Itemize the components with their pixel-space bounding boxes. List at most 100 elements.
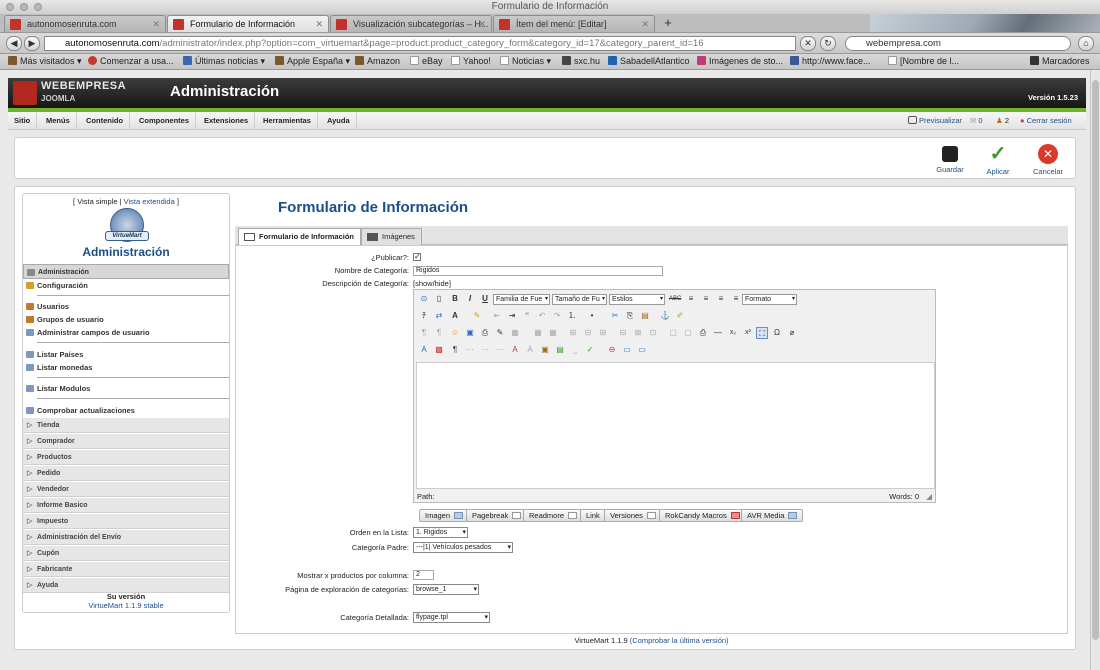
avr-media-button[interactable]: AVR Media bbox=[741, 509, 804, 522]
undo-icon[interactable]: ↶ bbox=[536, 310, 548, 322]
reload-button[interactable]: ↻ bbox=[820, 36, 836, 51]
ltr-icon[interactable]: ¶ bbox=[418, 327, 430, 339]
text-color-icon[interactable]: A bbox=[449, 310, 461, 322]
sidebar-section-cupon[interactable]: Cupón bbox=[23, 545, 229, 561]
bookmark-item[interactable]: Más visitados ▾ bbox=[8, 54, 82, 69]
acronym-icon[interactable]: ⋯ bbox=[479, 344, 491, 356]
strike-attr-icon[interactable]: A bbox=[509, 344, 521, 356]
browser-tab[interactable]: autonomosenruta.com ✕ bbox=[4, 15, 166, 32]
bookmark-item[interactable]: Comenzar a usa... bbox=[88, 54, 174, 69]
menu-componentes[interactable]: Componentes bbox=[133, 112, 197, 130]
bookmark-item[interactable]: SabadellAtlantico bbox=[608, 54, 690, 69]
tab-info[interactable]: Formulario de Información bbox=[238, 228, 362, 245]
products-per-row-input[interactable]: 2 bbox=[413, 570, 434, 580]
bookmark-item[interactable]: [Nombre de l... bbox=[888, 54, 959, 69]
sidebar-section-impuesto[interactable]: Impuesto bbox=[23, 513, 229, 529]
sidebar-item-campos[interactable]: Administrar campos de usuario bbox=[23, 325, 229, 340]
outdent-icon[interactable]: ⇤ bbox=[491, 310, 503, 322]
forward-button[interactable]: ▶ bbox=[24, 36, 40, 51]
sidebar-item-actualizaciones[interactable]: Comprobar actualizaciones bbox=[23, 403, 229, 418]
delete-row-icon[interactable]: ⊟ bbox=[582, 327, 594, 339]
anchor-icon[interactable]: ⚓ bbox=[659, 310, 671, 322]
browse-page-select[interactable]: browse_1 bbox=[413, 584, 479, 595]
flypage-select[interactable]: flypage.tpl bbox=[413, 612, 490, 623]
menu-herramientas[interactable]: Herramientas bbox=[257, 112, 318, 130]
browser-tab[interactable]: Visualización subcategorías – H... ✕ bbox=[330, 15, 492, 32]
logout-link[interactable]: ● Cerrar sesión bbox=[1020, 112, 1072, 130]
cancel-button[interactable]: ✕ Cancelar bbox=[1028, 144, 1068, 176]
menu-menus[interactable]: Menús bbox=[40, 112, 77, 130]
nonbreaking-icon[interactable]: ⎵ bbox=[569, 344, 581, 356]
sidebar-section-ayuda[interactable]: Ayuda bbox=[23, 577, 229, 593]
stop-button[interactable]: ✕ bbox=[800, 36, 816, 51]
sidebar-section-vendedor[interactable]: Vendedor bbox=[23, 481, 229, 497]
find-icon[interactable]: ﾁ bbox=[418, 310, 430, 322]
split-cells-icon[interactable]: ⊠ bbox=[632, 327, 644, 339]
menu-extensiones[interactable]: Extensiones bbox=[198, 112, 256, 130]
media-icon[interactable]: ▣ bbox=[464, 327, 476, 339]
close-tab-icon[interactable]: ✕ bbox=[641, 16, 649, 32]
pagebreak-button[interactable]: Pagebreak bbox=[466, 509, 528, 522]
align-center-icon[interactable]: ≡ bbox=[700, 293, 712, 305]
abbr-icon[interactable]: ▩ bbox=[433, 344, 445, 356]
insert-row-icon[interactable]: ⊞ bbox=[567, 327, 579, 339]
browser-tab[interactable]: Ítem del menú: [Editar] ✕ bbox=[493, 15, 655, 32]
delete-col-icon[interactable]: ⊟ bbox=[617, 327, 629, 339]
preview-editor-icon[interactable]: ▭ bbox=[636, 344, 648, 356]
redo-icon[interactable]: ↷ bbox=[551, 310, 563, 322]
justify-icon[interactable]: ≡ bbox=[730, 293, 742, 305]
parent-select[interactable]: ---|1| Vehículos pesados bbox=[413, 542, 513, 553]
resize-handle-icon[interactable]: ◢ bbox=[926, 490, 932, 504]
sidebar-section-informe[interactable]: Informe Basico bbox=[23, 497, 229, 513]
numbered-list-icon[interactable]: ⒈ bbox=[566, 310, 578, 322]
close-tab-icon[interactable]: ✕ bbox=[315, 16, 323, 32]
remove-format-icon[interactable]: ⌀ bbox=[786, 327, 798, 339]
home-button[interactable]: ⌂ bbox=[1078, 36, 1094, 51]
menu-ayuda[interactable]: Ayuda bbox=[321, 112, 357, 130]
apply-button[interactable]: ✓ Aplicar bbox=[978, 144, 1018, 176]
sidebar-section-productos[interactable]: Productos bbox=[23, 449, 229, 465]
strikethrough-icon[interactable]: ABC bbox=[669, 293, 681, 305]
underline-icon[interactable]: U bbox=[479, 293, 491, 305]
pagebreak-icon[interactable]: ⊖ bbox=[606, 344, 618, 356]
sidebar-section-tienda[interactable]: Tienda bbox=[23, 417, 229, 433]
font-family-select[interactable]: Familia de Fue bbox=[493, 294, 550, 305]
page-scrollbar[interactable] bbox=[1090, 70, 1100, 670]
ins-icon[interactable]: A bbox=[524, 344, 536, 356]
sidebar-item-configuracion[interactable]: Configuración bbox=[23, 278, 229, 293]
emoticon-icon[interactable]: ☺ bbox=[449, 327, 461, 339]
check-version-link[interactable]: (Comprobar la última versión) bbox=[630, 636, 729, 645]
bookmark-item[interactable]: Noticias ▾ bbox=[500, 54, 551, 69]
fullscreen-icon[interactable]: ⛶ bbox=[756, 327, 768, 339]
back-button[interactable]: ◀ bbox=[6, 36, 22, 51]
superscript-icon[interactable]: x² bbox=[742, 327, 754, 339]
bookmarks-menu[interactable]: Marcadores bbox=[1030, 54, 1090, 69]
visual-aid-icon[interactable]: ▢ bbox=[667, 327, 679, 339]
search-input[interactable]: webempresa.com bbox=[845, 36, 1071, 51]
menu-contenido[interactable]: Contenido bbox=[80, 112, 131, 130]
replace-icon[interactable]: ⇄ bbox=[433, 310, 445, 322]
bookmark-item[interactable]: Amazon bbox=[355, 54, 400, 69]
special-char-icon[interactable]: Ω bbox=[771, 327, 783, 339]
subscript-icon[interactable]: x₂ bbox=[727, 327, 739, 339]
bold-icon[interactable]: B bbox=[449, 293, 461, 305]
styles-props-icon[interactable]: A bbox=[418, 344, 430, 356]
editor-content-area[interactable] bbox=[416, 362, 935, 489]
new-tab-button[interactable]: + bbox=[660, 16, 676, 30]
view-simple[interactable]: [ Vista simple | bbox=[73, 197, 122, 206]
insert-image-button[interactable]: Imagen bbox=[419, 509, 470, 522]
menu-sitio[interactable]: Sitio bbox=[8, 112, 38, 130]
publish-checkbox[interactable]: ✓ bbox=[413, 253, 421, 261]
close-window-icon[interactable] bbox=[6, 3, 14, 11]
blockquote-icon[interactable]: ❝ bbox=[521, 310, 533, 322]
sidebar-section-pedido[interactable]: Pedido bbox=[23, 465, 229, 481]
print-preview-icon[interactable]: ⎙ bbox=[479, 327, 491, 339]
rtl-icon[interactable]: ¶ bbox=[433, 327, 445, 339]
merge-cells-icon[interactable]: ⊡ bbox=[647, 327, 659, 339]
cut-icon[interactable]: ✂ bbox=[609, 310, 621, 322]
preview-link[interactable]: Previsualizar bbox=[908, 112, 962, 130]
format-select[interactable]: Formato bbox=[742, 294, 797, 305]
bookmark-item[interactable]: sxc.hu bbox=[562, 54, 600, 69]
bookmark-item[interactable]: Yahoo! bbox=[451, 54, 491, 69]
bookmark-item[interactable]: Imágenes de sto... bbox=[697, 54, 783, 69]
